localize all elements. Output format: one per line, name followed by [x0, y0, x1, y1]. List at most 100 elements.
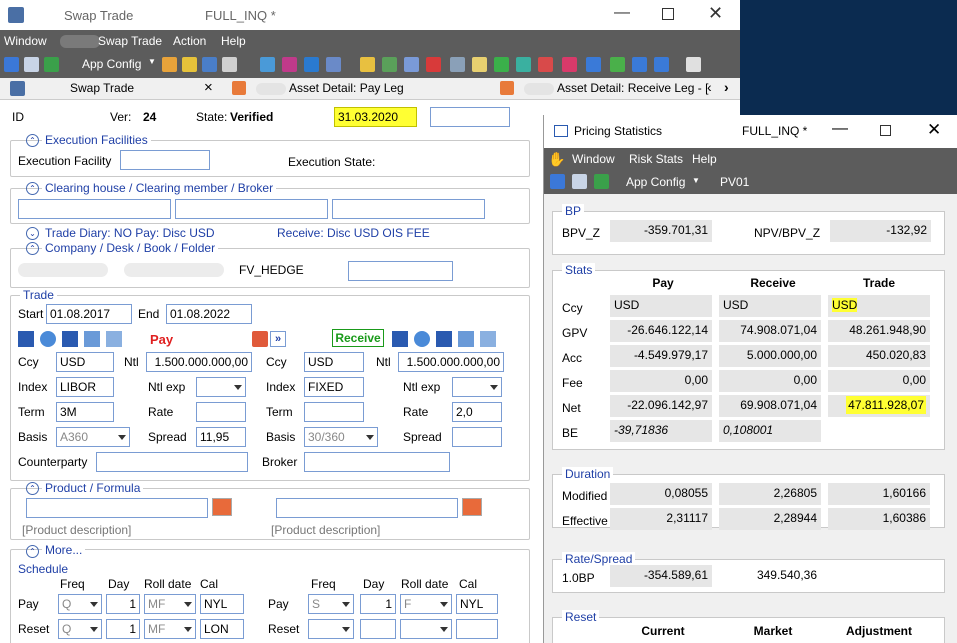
- end-date-field[interactable]: 01.08.2022: [166, 304, 252, 324]
- split-icon[interactable]: [562, 57, 577, 72]
- clearing-house-field[interactable]: [18, 199, 171, 219]
- flow-icon[interactable]: [538, 57, 553, 72]
- collapse-icon-3[interactable]: ⌄: [26, 227, 39, 240]
- new-icon[interactable]: [162, 57, 177, 72]
- pay-term-field[interactable]: 3M: [56, 402, 114, 422]
- minimize-icon[interactable]: —: [614, 4, 630, 22]
- export-leg-icon[interactable]: [18, 331, 34, 347]
- app-config-arrow-icon[interactable]: ▼: [148, 57, 156, 66]
- receive-rate-field[interactable]: 2,0: [452, 402, 502, 422]
- edit-icon[interactable]: [686, 57, 701, 72]
- ps-app-config-arrow-icon[interactable]: ▼: [692, 176, 700, 185]
- ps-menu-window[interactable]: Window: [572, 152, 615, 166]
- cycle-icon[interactable]: [382, 57, 397, 72]
- pay-product-field[interactable]: [26, 498, 208, 518]
- pay-roll-select-2[interactable]: F: [400, 594, 452, 614]
- maximize-icon[interactable]: [662, 8, 674, 20]
- exchange-icon[interactable]: [282, 57, 297, 72]
- collapse-icon-4[interactable]: ⌃: [26, 242, 39, 255]
- tab-pay-leg[interactable]: Asset Detail: Pay Leg: [289, 81, 404, 95]
- receive-ntl-exp-select[interactable]: [452, 377, 502, 397]
- lock-icon[interactable]: [360, 57, 375, 72]
- reset-roll-select-2[interactable]: [400, 619, 452, 639]
- grid-leg-icon-2[interactable]: [480, 331, 496, 347]
- pay-index-field[interactable]: LIBOR: [56, 377, 114, 397]
- receive-basis-select[interactable]: 30/360: [304, 427, 378, 447]
- reset-day-field[interactable]: 1: [106, 619, 140, 639]
- report-icon[interactable]: [326, 57, 341, 72]
- refresh-icon[interactable]: [44, 57, 59, 72]
- pay-day-field-2[interactable]: 1: [360, 594, 396, 614]
- ps-app-config[interactable]: App Config: [626, 175, 685, 189]
- ps-refresh-icon[interactable]: [594, 174, 609, 189]
- schedule-icon[interactable]: [62, 331, 78, 347]
- broker-field[interactable]: [332, 199, 485, 219]
- tab-swap-trade[interactable]: Swap Trade: [70, 81, 134, 95]
- ps-search-icon[interactable]: [550, 174, 565, 189]
- folder-icon[interactable]: [586, 57, 601, 72]
- mail-icon[interactable]: [202, 57, 217, 72]
- add-icon[interactable]: [610, 57, 625, 72]
- start-date-field[interactable]: 01.08.2017: [46, 304, 132, 324]
- export-icon[interactable]: [632, 57, 647, 72]
- table-icon[interactable]: [84, 331, 100, 347]
- pay-cal-field[interactable]: NYL: [200, 594, 244, 614]
- reset-roll-select[interactable]: MF: [144, 619, 196, 639]
- ps-pv01[interactable]: PV01: [720, 175, 749, 189]
- receive-ccy-field[interactable]: USD: [304, 352, 364, 372]
- import-icon[interactable]: [654, 57, 669, 72]
- pay-ntl-exp-select[interactable]: [196, 377, 246, 397]
- collapse-icon-5[interactable]: ⌃: [26, 482, 39, 495]
- schedule-icon-2[interactable]: [436, 331, 452, 347]
- pay-freq-select-2[interactable]: S: [308, 594, 354, 614]
- receive-spread-field[interactable]: [452, 427, 502, 447]
- check-shield-icon[interactable]: [494, 57, 509, 72]
- reset-freq-select-2[interactable]: [308, 619, 354, 639]
- save-icon[interactable]: [222, 57, 237, 72]
- pay-basis-select[interactable]: A360: [56, 427, 130, 447]
- execution-facility-field[interactable]: [120, 150, 210, 170]
- calc-icon[interactable]: [450, 57, 465, 72]
- pay-spread-field[interactable]: 11,95: [196, 427, 246, 447]
- export-leg-icon-2[interactable]: [392, 331, 408, 347]
- swap-legs-icon[interactable]: [252, 331, 268, 347]
- clearing-member-field[interactable]: [175, 199, 328, 219]
- pay-roll-select[interactable]: MF: [144, 594, 196, 614]
- pay-formula-icon[interactable]: [212, 498, 232, 516]
- menu-action[interactable]: Action: [173, 34, 206, 48]
- copy-icon[interactable]: [260, 57, 275, 72]
- receive-notional-field[interactable]: 1.500.000.000,00: [398, 352, 504, 372]
- tools-icon[interactable]: [404, 57, 419, 72]
- app-config-menu[interactable]: App Config: [82, 57, 141, 71]
- reset-day-field-2[interactable]: [360, 619, 396, 639]
- folder-field[interactable]: [348, 261, 453, 281]
- grid-leg-icon[interactable]: [106, 331, 122, 347]
- ps-menu-risk-stats[interactable]: Risk Stats: [629, 152, 683, 166]
- receive-index-field[interactable]: FIXED: [304, 377, 364, 397]
- swap-arrow-button[interactable]: »: [270, 331, 286, 347]
- clock-icon[interactable]: [40, 331, 56, 347]
- tab-close-icon[interactable]: ×: [204, 79, 213, 96]
- clock-icon-2[interactable]: [414, 331, 430, 347]
- ps-minimize-icon[interactable]: —: [832, 120, 848, 138]
- pay-cal-field-2[interactable]: NYL: [456, 594, 498, 614]
- reset-freq-select[interactable]: Q: [58, 619, 102, 639]
- collapse-icon-2[interactable]: ⌃: [26, 182, 39, 195]
- pay-ccy-field[interactable]: USD: [56, 352, 114, 372]
- doc-icon[interactable]: [516, 57, 531, 72]
- close-icon[interactable]: ✕: [708, 3, 723, 24]
- tab-receive-leg[interactable]: Asset Detail: Receive Leg - [: [557, 81, 708, 95]
- header-extra-field[interactable]: [430, 107, 510, 127]
- receive-formula-icon[interactable]: [462, 498, 482, 516]
- menu-window[interactable]: Window: [4, 34, 47, 48]
- search-icon[interactable]: [4, 57, 19, 72]
- reset-cal-field[interactable]: LON: [200, 619, 244, 639]
- diamond-icon[interactable]: [426, 57, 441, 72]
- note-icon[interactable]: [472, 57, 487, 72]
- reset-cal-field-2[interactable]: [456, 619, 498, 639]
- menu-help[interactable]: Help: [221, 34, 246, 48]
- table-icon-2[interactable]: [458, 331, 474, 347]
- pay-freq-select[interactable]: Q: [58, 594, 102, 614]
- counterparty-field[interactable]: [96, 452, 248, 472]
- receive-product-field[interactable]: [276, 498, 458, 518]
